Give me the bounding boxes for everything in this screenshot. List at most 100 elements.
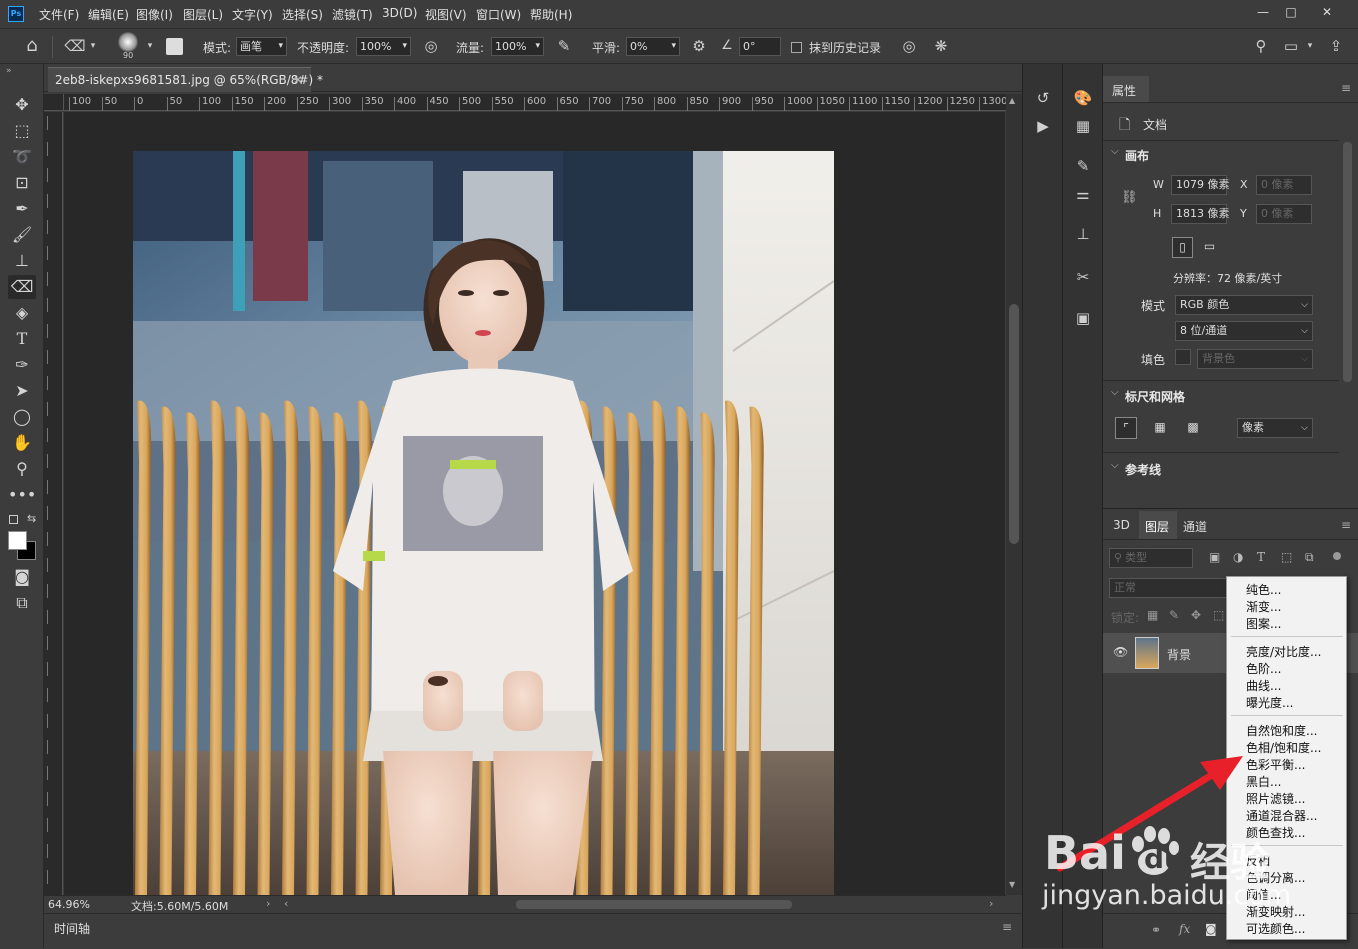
ruler-origin[interactable] (44, 94, 64, 111)
lock-pixels-icon[interactable]: ▦ (1147, 608, 1158, 622)
symmetry-icon[interactable]: ❋ (930, 36, 952, 56)
chevron-right-icon[interactable]: › (266, 897, 270, 910)
close-button[interactable]: ✕ (1312, 3, 1342, 21)
panel-menu-icon[interactable]: ≡ (1341, 518, 1351, 532)
smart-object-filter-icon[interactable]: ⧉ (1305, 550, 1314, 565)
image-filter-icon[interactable]: ▣ (1209, 550, 1220, 564)
menu-item-solid-color[interactable]: 纯色... (1246, 581, 1281, 598)
ellipse-tool-icon[interactable]: ◯ (8, 405, 36, 429)
brush-preview-icon[interactable] (118, 32, 138, 52)
menu-window[interactable]: 窗口(W) (476, 6, 521, 23)
swatches-grid-icon[interactable]: ▦ (1072, 116, 1094, 136)
scroll-left-icon[interactable]: ‹ (284, 897, 288, 910)
units-select[interactable]: 像素 ⌵ (1237, 418, 1313, 438)
chevron-down-icon[interactable]: ▾ (143, 36, 157, 56)
menu-item-pattern[interactable]: 图案... (1246, 615, 1281, 632)
panel-menu-icon[interactable]: ≡ (1341, 81, 1351, 95)
erase-history-checkbox[interactable] (791, 42, 802, 53)
scroll-right-icon[interactable]: › (989, 897, 993, 910)
y-input[interactable]: 0 像素 (1256, 204, 1312, 224)
brush-settings-icon[interactable] (166, 38, 183, 55)
shape-filter-icon[interactable]: ⬚ (1281, 550, 1292, 564)
lock-artboard-icon[interactable]: ⬚ (1213, 608, 1224, 622)
zoom-level[interactable]: 64.96% (48, 898, 90, 911)
eraser-tool-icon[interactable]: ⌫ (8, 275, 36, 299)
zoom-tool-icon[interactable]: ⚲ (8, 457, 36, 481)
horizontal-ruler[interactable]: 100 50 0 50 100 150 200 250 300 350 400 450 500 550 60… (64, 94, 1007, 111)
layer-name[interactable]: 背景 (1167, 646, 1191, 663)
fill-tool-icon[interactable]: ◈ (8, 301, 36, 325)
workspace-icon[interactable]: ▭ (1280, 36, 1302, 56)
opacity-input[interactable]: 100% ▾ (356, 37, 411, 56)
lock-move-icon[interactable]: ✥ (1191, 608, 1201, 622)
angle-input[interactable]: 0° (739, 37, 781, 56)
document-photo[interactable] (133, 151, 834, 895)
screen-mode-icon[interactable]: ⧉ (8, 591, 36, 615)
link-layers-icon[interactable]: ⚭ (1151, 923, 1161, 937)
menu-item-selective-color[interactable]: 可选颜色... (1246, 920, 1305, 937)
filter-toggle-icon[interactable] (1333, 552, 1341, 560)
link-icon[interactable]: ⛓ (1121, 190, 1138, 205)
pressure-opacity-icon[interactable]: ◎ (420, 36, 442, 56)
menu-help[interactable]: 帮助(H) (530, 6, 572, 23)
menu-view[interactable]: 视图(V) (425, 6, 467, 23)
scroll-up-icon[interactable]: ▲ (1009, 96, 1015, 105)
menu-item-gradient[interactable]: 渐变... (1246, 598, 1281, 615)
lock-paint-icon[interactable]: ✎ (1169, 608, 1179, 622)
adjustment-filter-icon[interactable]: ◑ (1233, 550, 1243, 564)
layer-filter-select[interactable]: ⚲ 类型 (1109, 548, 1193, 568)
blend-mode-select[interactable]: 正常 (1109, 578, 1229, 598)
chevron-down-icon[interactable]: ⌵ (1111, 146, 1119, 157)
more-tools-icon[interactable]: ••• (8, 483, 36, 507)
menu-image[interactable]: 图像(I) (136, 6, 173, 23)
menu-item-exposure[interactable]: 曝光度... (1246, 694, 1293, 711)
tab-channels[interactable]: 通道 (1183, 518, 1207, 535)
quick-mask-icon[interactable]: ◙ (8, 565, 36, 589)
add-mask-icon[interactable]: ◙ (1205, 922, 1217, 936)
flow-input[interactable]: 100% ▾ (491, 37, 544, 56)
menu-item-levels[interactable]: 色阶... (1246, 660, 1281, 677)
x-input[interactable]: 0 像素 (1256, 175, 1312, 195)
height-input[interactable]: 1813 像素 (1171, 204, 1230, 224)
pixel-grid-icon[interactable]: ▩ (1182, 417, 1204, 439)
airbrush-icon[interactable]: ✎ (553, 36, 575, 56)
menu-edit[interactable]: 编辑(E) (88, 6, 129, 23)
eraser-tool-icon[interactable]: ⌫ (63, 36, 87, 56)
fx-icon[interactable]: fx (1179, 922, 1190, 936)
fill-swatch[interactable] (1175, 349, 1191, 365)
object-select-icon[interactable]: ⊡ (8, 171, 36, 195)
landscape-orientation-icon[interactable]: ▭ (1199, 237, 1220, 258)
chevron-down-icon[interactable]: ▾ (1303, 36, 1317, 56)
chevron-down-icon[interactable]: ▾ (86, 36, 100, 56)
close-tab-icon[interactable]: ✕ (293, 68, 303, 92)
grid-toggle-icon[interactable]: ▦ (1149, 417, 1171, 439)
document-tab[interactable]: 2eb8-iskepxs9681581.jpg @ 65%(RGB/8#) * … (48, 67, 323, 92)
brush-presets-icon[interactable]: ✎ (1072, 156, 1094, 176)
menu-item-gradient-map[interactable]: 渐变映射... (1246, 903, 1305, 920)
menu-layer[interactable]: 图层(L) (183, 6, 223, 23)
fill-select[interactable]: 背景色 ⌵ (1197, 349, 1313, 369)
lasso-tool-icon[interactable]: ➰ (8, 145, 36, 169)
color-mode-select[interactable]: RGB 颜色 ⌵ (1175, 295, 1313, 315)
timeline-tab[interactable]: 时间轴 (54, 920, 90, 937)
vertical-ruler[interactable] (44, 112, 63, 895)
width-input[interactable]: 1079 像素 (1171, 175, 1230, 195)
default-colors-icon[interactable] (9, 515, 18, 524)
pen-tool-icon[interactable]: ✑ (8, 353, 36, 377)
collapse-icon[interactable]: » (6, 66, 12, 76)
menu-3d[interactable]: 3D(D) (382, 6, 417, 20)
tool-presets-icon[interactable]: ✂ (1072, 267, 1094, 287)
history-icon[interactable]: ↺ (1032, 88, 1054, 108)
type-tool-icon[interactable]: T (8, 327, 36, 351)
tab-3d[interactable]: 3D (1113, 518, 1130, 532)
eyedropper-tool-icon[interactable]: ✒ (8, 197, 36, 221)
menu-item-curves[interactable]: 曲线... (1246, 677, 1281, 694)
stamp-tool-icon[interactable]: ⊥ (8, 249, 36, 273)
marquee-tool-icon[interactable]: ⬚ (8, 119, 36, 143)
scroll-down-icon[interactable]: ▼ (1009, 880, 1015, 889)
ruler-toggle-icon[interactable]: ⌜ (1115, 417, 1137, 439)
properties-scrollbar[interactable] (1343, 142, 1352, 382)
vertical-scrollbar[interactable]: ▲ ▼ (1006, 94, 1022, 895)
minimize-button[interactable]: — (1248, 3, 1278, 21)
pressure-size-icon[interactable]: ◎ (898, 36, 920, 56)
